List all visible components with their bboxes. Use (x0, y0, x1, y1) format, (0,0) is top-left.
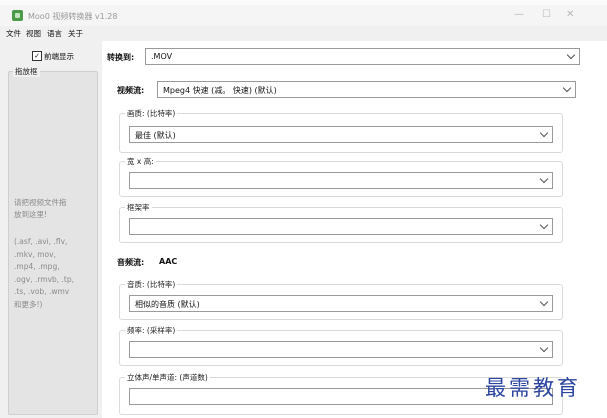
title-bar: Moo0 视频转换器 v1.28 — ☐ ✕ (0, 5, 607, 26)
audio-channels-title: 立体声/单声道: (声道数) (125, 372, 210, 383)
chevron-down-icon (539, 297, 549, 307)
video-size-title: 宽 x 高: (125, 156, 156, 167)
menu-view[interactable]: 视图 (26, 28, 41, 39)
video-framerate-title: 框架率 (125, 202, 152, 213)
drop-hint-line: 放到这里! (14, 210, 48, 219)
chevron-down-icon (539, 174, 549, 184)
video-stream-label: 视频流: (117, 86, 145, 95)
video-framerate-group: 框架率 (119, 202, 563, 243)
audio-quality-group: 音质: (比特率) 相似的音质 (默认) (119, 279, 563, 320)
left-panel: ✓ 前端显示 拖放框 请把视频文件拖 放到这里! (.asf, .avi, .f… (0, 41, 101, 418)
format-line: .mp4, .mpg, (14, 262, 60, 271)
maximize-button[interactable]: ☐ (542, 9, 551, 20)
minimize-button[interactable]: — (514, 9, 524, 20)
chevron-down-icon (539, 220, 549, 230)
chevron-down-icon (539, 128, 549, 138)
watermark-text: 最需教育 (485, 376, 581, 400)
drop-zone-title: 拖放框 (13, 66, 40, 77)
format-line: (.asf, .avi, .flv, (14, 237, 68, 246)
video-framerate-select[interactable] (129, 218, 553, 235)
settings-panel: 转换到: .MOV 视频流: Mpeg4 快速 (减。 快速) (默认) 画质:… (102, 41, 607, 418)
close-button[interactable]: ✕ (566, 9, 574, 20)
drop-hint: 请把视频文件拖 放到这里! (14, 197, 88, 221)
chevron-down-icon (562, 83, 572, 93)
video-codec-value: Mpeg4 快速 (减。 快速) (默认) (163, 86, 277, 95)
video-quality-title: 画质: (比特率) (125, 108, 178, 119)
video-size-group: 宽 x 高: (119, 156, 563, 197)
audio-quality-value: 相似的音质 (默认) (135, 300, 200, 309)
video-quality-group: 画质: (比特率) 最佳 (默认) (119, 108, 563, 153)
video-size-select[interactable] (129, 172, 553, 189)
format-line: .ogv, .rmvb, .tp, (14, 274, 75, 284)
supported-formats: (.asf, .avi, .flv, .mkv, mov, .mp4, .mpg… (14, 236, 88, 311)
chevron-down-icon (539, 343, 549, 353)
format-line: .ts, .vob, .wmv (14, 287, 70, 296)
convert-to-select[interactable]: .MOV (145, 48, 580, 65)
menu-bar: 文件 视图 语言 关于 (0, 26, 607, 40)
audio-quality-title: 音质: (比特率) (125, 279, 178, 290)
always-on-top-label: 前端显示 (44, 52, 74, 61)
format-line: 和更多!) (14, 299, 43, 309)
format-line: .mkv, mov, (14, 249, 56, 259)
chevron-down-icon (566, 50, 576, 60)
audio-frequency-title: 频率: (采样率) (125, 325, 178, 336)
menu-about[interactable]: 关于 (68, 28, 83, 39)
audio-codec: AAC (159, 257, 178, 266)
video-quality-value: 最佳 (默认) (135, 131, 176, 140)
convert-to-label: 转换到: (107, 53, 135, 62)
audio-frequency-group: 频率: (采样率) (119, 325, 563, 366)
menu-file[interactable]: 文件 (6, 28, 21, 39)
menu-language[interactable]: 语言 (47, 28, 62, 39)
app-window: Moo0 视频转换器 v1.28 — ☐ ✕ 文件 视图 语言 关于 ✓ 前端显… (0, 5, 607, 418)
drop-hint-line: 请把视频文件拖 (14, 198, 67, 207)
video-quality-select[interactable]: 最佳 (默认) (129, 126, 553, 143)
audio-stream-label: 音频流: (117, 258, 145, 267)
video-codec-select[interactable]: Mpeg4 快速 (减。 快速) (默认) (157, 81, 576, 98)
app-icon (12, 10, 23, 21)
window-title: Moo0 视频转换器 v1.28 (28, 12, 118, 21)
always-on-top-checkbox[interactable]: ✓ (32, 51, 42, 61)
audio-quality-select[interactable]: 相似的音质 (默认) (129, 295, 553, 312)
convert-to-value: .MOV (151, 52, 173, 61)
audio-frequency-select[interactable] (129, 341, 553, 358)
